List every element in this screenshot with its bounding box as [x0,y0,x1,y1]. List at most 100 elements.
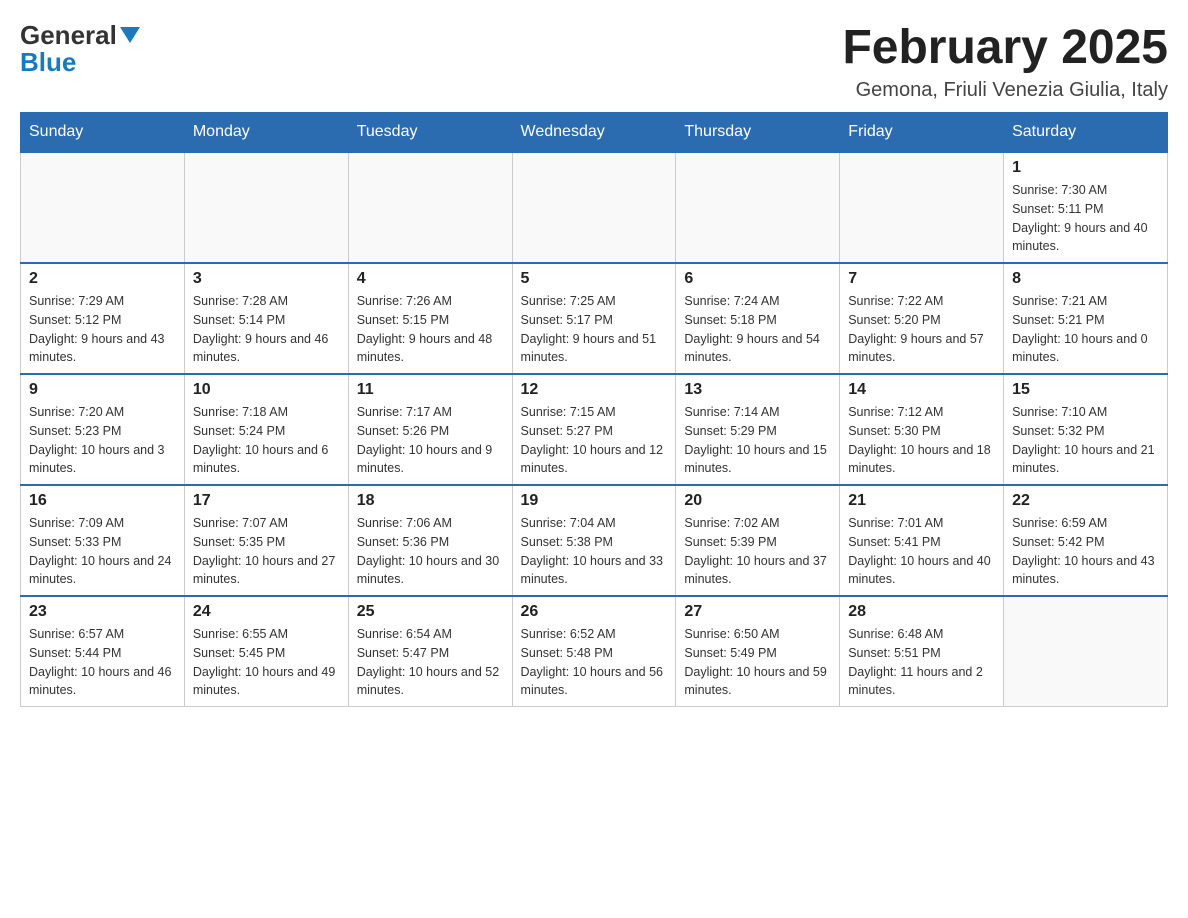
day-number: 27 [684,603,831,621]
day-number: 20 [684,492,831,510]
calendar-cell: 15Sunrise: 7:10 AMSunset: 5:32 PMDayligh… [1004,374,1168,485]
day-info: Sunrise: 7:20 AMSunset: 5:23 PMDaylight:… [29,403,176,478]
calendar-cell: 25 Sunrise: 6:54 AMSunset: 5:47 PMDayligh… [348,596,512,707]
day-number: 18 [357,492,504,510]
calendar-cell: 10 Sunrise: 7:18 AMSunset: 5:24 PMDayligh… [184,374,348,485]
day-number: 13 [684,381,831,399]
calendar-cell: 24Sunrise: 6:55 AMSunset: 5:45 PMDayligh… [184,596,348,707]
day-number: 15 [1012,381,1159,399]
calendar-cell [512,152,676,263]
day-number: 11 [357,381,504,399]
day-number: 9 [29,381,176,399]
col-wednesday: Wednesday [512,113,676,153]
day-info: Sunrise: 7:12 AMSunset: 5:30 PMDaylight:… [848,403,995,478]
day-number: 2 [29,270,176,288]
calendar-cell: 14 Sunrise: 7:12 AMSunset: 5:30 PMDayligh… [840,374,1004,485]
day-info: Sunrise: 7:21 AMSunset: 5:21 PMDaylight:… [1012,292,1159,367]
col-thursday: Thursday [676,113,840,153]
day-number: 25 [357,603,504,621]
logo: General Blue [20,20,140,78]
calendar-cell: 12 Sunrise: 7:15 AMSunset: 5:27 PMDayligh… [512,374,676,485]
day-number: 14 [848,381,995,399]
day-number: 3 [193,270,340,288]
calendar-cell: 13 Sunrise: 7:14 AMSunset: 5:29 PMDayligh… [676,374,840,485]
day-number: 1 [1012,159,1159,177]
col-friday: Friday [840,113,1004,153]
day-info: Sunrise: 6:52 AMSunset: 5:48 PMDaylight:… [521,625,668,700]
day-info: Sunrise: 7:25 AMSunset: 5:17 PMDaylight:… [521,292,668,367]
calendar-cell: 3 Sunrise: 7:28 AMSunset: 5:14 PMDaylight… [184,263,348,374]
day-number: 28 [848,603,995,621]
day-info: Sunrise: 7:07 AMSunset: 5:35 PMDaylight:… [193,514,340,589]
day-info: Sunrise: 7:26 AMSunset: 5:15 PMDaylight:… [357,292,504,367]
calendar-cell: 6 Sunrise: 7:24 AMSunset: 5:18 PMDaylight… [676,263,840,374]
day-info: Sunrise: 7:09 AMSunset: 5:33 PMDaylight:… [29,514,176,589]
calendar-cell: 19 Sunrise: 7:04 AMSunset: 5:38 PMDayligh… [512,485,676,596]
title-section: February 2025 Gemona, Friuli Venezia Giu… [842,20,1168,102]
calendar-cell: 17Sunrise: 7:07 AMSunset: 5:35 PMDayligh… [184,485,348,596]
day-number: 19 [521,492,668,510]
calendar-cell: 7 Sunrise: 7:22 AMSunset: 5:20 PMDaylight… [840,263,1004,374]
day-number: 21 [848,492,995,510]
calendar-cell: 18 Sunrise: 7:06 AMSunset: 5:36 PMDayligh… [348,485,512,596]
day-info: Sunrise: 7:02 AMSunset: 5:39 PMDaylight:… [684,514,831,589]
day-number: 12 [521,381,668,399]
logo-blue-text: Blue [20,47,76,78]
calendar-cell: 28Sunrise: 6:48 AMSunset: 5:51 PMDayligh… [840,596,1004,707]
logo-triangle-icon [120,27,140,48]
calendar-cell: 8 Sunrise: 7:21 AMSunset: 5:21 PMDaylight… [1004,263,1168,374]
day-info: Sunrise: 7:29 AMSunset: 5:12 PMDaylight:… [29,292,176,367]
day-info: Sunrise: 7:24 AMSunset: 5:18 PMDaylight:… [684,292,831,367]
day-number: 22 [1012,492,1159,510]
day-info: Sunrise: 7:14 AMSunset: 5:29 PMDaylight:… [684,403,831,478]
col-monday: Monday [184,113,348,153]
calendar-cell: 2 Sunrise: 7:29 AMSunset: 5:12 PMDaylight… [21,263,185,374]
day-number: 16 [29,492,176,510]
day-info: Sunrise: 7:15 AMSunset: 5:27 PMDaylight:… [521,403,668,478]
calendar-subtitle: Gemona, Friuli Venezia Giulia, Italy [842,79,1168,102]
calendar-body: 1 Sunrise: 7:30 AMSunset: 5:11 PMDaylight… [21,152,1168,707]
day-info: Sunrise: 6:59 AMSunset: 5:42 PMDaylight:… [1012,514,1159,589]
calendar-cell: 9 Sunrise: 7:20 AMSunset: 5:23 PMDaylight… [21,374,185,485]
calendar-cell: 22 Sunrise: 6:59 AMSunset: 5:42 PMDayligh… [1004,485,1168,596]
col-saturday: Saturday [1004,113,1168,153]
calendar-cell [840,152,1004,263]
calendar-cell: 20 Sunrise: 7:02 AMSunset: 5:39 PMDayligh… [676,485,840,596]
day-info: Sunrise: 7:28 AMSunset: 5:14 PMDaylight:… [193,292,340,367]
calendar-cell: 5 Sunrise: 7:25 AMSunset: 5:17 PMDaylight… [512,263,676,374]
calendar-cell: 1 Sunrise: 7:30 AMSunset: 5:11 PMDaylight… [1004,152,1168,263]
calendar-cell: 26Sunrise: 6:52 AMSunset: 5:48 PMDayligh… [512,596,676,707]
day-info: Sunrise: 6:50 AMSunset: 5:49 PMDaylight:… [684,625,831,700]
week-row-4: 16 Sunrise: 7:09 AMSunset: 5:33 PMDayligh… [21,485,1168,596]
day-info: Sunrise: 7:06 AMSunset: 5:36 PMDaylight:… [357,514,504,589]
col-sunday: Sunday [21,113,185,153]
day-number: 23 [29,603,176,621]
day-info: Sunrise: 7:04 AMSunset: 5:38 PMDaylight:… [521,514,668,589]
day-number: 7 [848,270,995,288]
calendar-cell [21,152,185,263]
page-header: General Blue February 2025 Gemona, Friul… [20,20,1168,102]
day-info: Sunrise: 7:30 AMSunset: 5:11 PMDaylight:… [1012,181,1159,256]
week-row-5: 23 Sunrise: 6:57 AMSunset: 5:44 PMDayligh… [21,596,1168,707]
calendar-title: February 2025 [842,20,1168,75]
calendar-cell [1004,596,1168,707]
calendar-header: Sunday Monday Tuesday Wednesday Thursday… [21,113,1168,153]
day-number: 24 [193,603,340,621]
day-number: 10 [193,381,340,399]
week-row-1: 1 Sunrise: 7:30 AMSunset: 5:11 PMDaylight… [21,152,1168,263]
calendar-cell: 21Sunrise: 7:01 AMSunset: 5:41 PMDayligh… [840,485,1004,596]
day-number: 6 [684,270,831,288]
day-info: Sunrise: 6:54 AMSunset: 5:47 PMDaylight:… [357,625,504,700]
day-info: Sunrise: 7:17 AMSunset: 5:26 PMDaylight:… [357,403,504,478]
calendar-cell: 27 Sunrise: 6:50 AMSunset: 5:49 PMDayligh… [676,596,840,707]
calendar-table: Sunday Monday Tuesday Wednesday Thursday… [20,112,1168,707]
day-info: Sunrise: 7:18 AMSunset: 5:24 PMDaylight:… [193,403,340,478]
day-info: Sunrise: 6:57 AMSunset: 5:44 PMDaylight:… [29,625,176,700]
day-info: Sunrise: 7:22 AMSunset: 5:20 PMDaylight:… [848,292,995,367]
calendar-cell: 11 Sunrise: 7:17 AMSunset: 5:26 PMDayligh… [348,374,512,485]
day-number: 8 [1012,270,1159,288]
week-row-2: 2 Sunrise: 7:29 AMSunset: 5:12 PMDaylight… [21,263,1168,374]
calendar-cell [184,152,348,263]
header-row: Sunday Monday Tuesday Wednesday Thursday… [21,113,1168,153]
day-number: 5 [521,270,668,288]
